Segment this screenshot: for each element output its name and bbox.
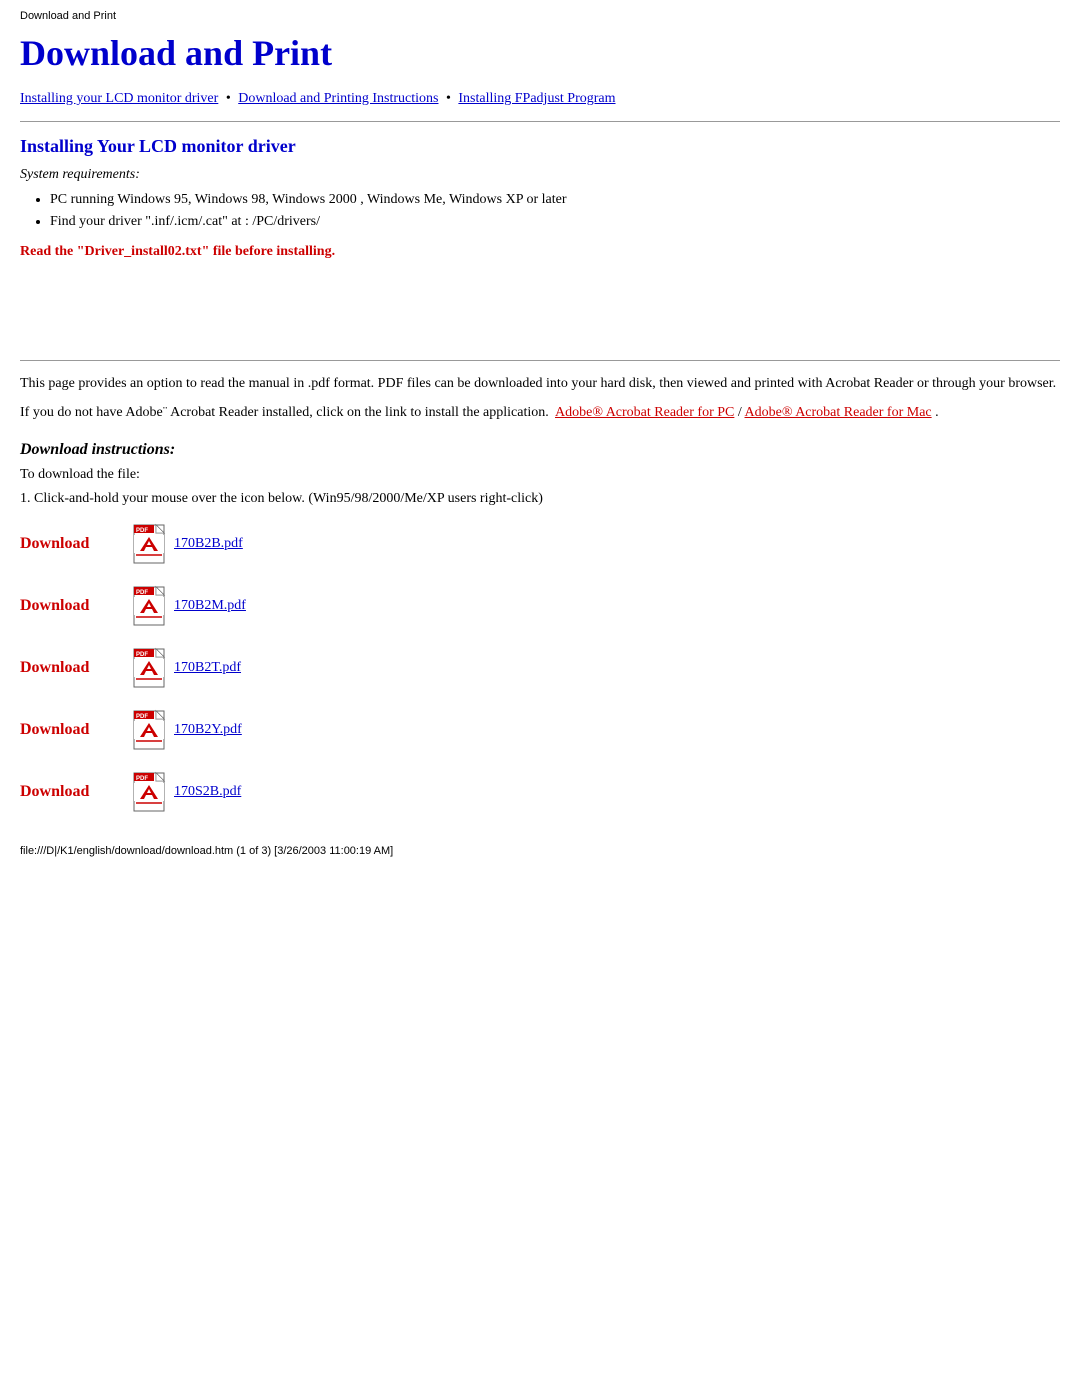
pdf-icon: PDF (130, 707, 174, 753)
list-item: PC running Windows 95, Windows 98, Windo… (50, 189, 1060, 211)
pdf-intro2: If you do not have Adobe¨ Acrobat Reader… (20, 402, 1060, 423)
download-file-link[interactable]: 170S2B.pdf (174, 784, 241, 800)
svg-text:PDF: PDF (136, 528, 148, 534)
download-row: Download PDF 170B2T.pdf (20, 645, 1060, 691)
section-title: Installing Your LCD monitor driver (20, 136, 1060, 157)
breadcrumb-link-fpadjust[interactable]: Installing FPadjust Program (458, 91, 615, 106)
download-label: Download (20, 783, 130, 801)
pdf-intro2-suffix: . (935, 405, 939, 420)
link-acrobat-pc[interactable]: Adobe® Acrobat Reader for PC (555, 405, 734, 420)
download-instructions-title: Download instructions: (20, 441, 1060, 459)
breadcrumb-link-install-lcd[interactable]: Installing your LCD monitor driver (20, 91, 218, 106)
divider-2 (20, 360, 1060, 361)
pdf-intro2-sep: / (738, 405, 745, 420)
pdf-intro1: This page provides an option to read the… (20, 373, 1060, 394)
svg-text:PDF: PDF (136, 652, 148, 658)
pdf-icon: PDF (130, 583, 174, 629)
page-title: Download and Print (20, 32, 1060, 74)
footer-text: file:///D|/K1/english/download/download.… (20, 845, 1060, 857)
download-file-link[interactable]: 170B2M.pdf (174, 598, 246, 614)
svg-text:PDF: PDF (136, 714, 148, 720)
download-file-link[interactable]: 170B2Y.pdf (174, 722, 242, 738)
download-label: Download (20, 659, 130, 677)
divider-1 (20, 121, 1060, 122)
pdf-icon: PDF (130, 645, 174, 691)
warning-text: Read the "Driver_install02.txt" file bef… (20, 244, 1060, 260)
download-label: Download (20, 721, 130, 739)
breadcrumb-sep-2: • (446, 91, 454, 106)
browser-tab: Download and Print (20, 10, 1060, 22)
spacer (20, 270, 1060, 350)
download-file-link[interactable]: 170B2T.pdf (174, 660, 241, 676)
to-download-text: To download the file: (20, 467, 1060, 483)
pdf-icon: PDF (130, 769, 174, 815)
download-label: Download (20, 535, 130, 553)
breadcrumb-link-download-printing[interactable]: Download and Printing Instructions (238, 91, 438, 106)
breadcrumb: Installing your LCD monitor driver • Dow… (20, 88, 1060, 109)
download-row: Download PDF 170B2B.pdf (20, 521, 1060, 567)
link-acrobat-mac[interactable]: Adobe® Acrobat Reader for Mac (745, 405, 932, 420)
click-hold-text: 1. Click-and-hold your mouse over the ic… (20, 491, 1060, 507)
system-req-label: System requirements: (20, 167, 1060, 183)
breadcrumb-sep-1: • (226, 91, 234, 106)
list-item: Find your driver ".inf/.icm/.cat" at : /… (50, 211, 1060, 233)
svg-text:PDF: PDF (136, 590, 148, 596)
bullet-list: PC running Windows 95, Windows 98, Windo… (50, 189, 1060, 234)
svg-text:PDF: PDF (136, 776, 148, 782)
pdf-intro2-prefix: If you do not have Adobe¨ Acrobat Reader… (20, 405, 552, 420)
download-label: Download (20, 597, 130, 615)
pdf-icon: PDF (130, 521, 174, 567)
download-row: Download PDF 170B2M.pdf (20, 583, 1060, 629)
download-row: Download PDF 170B2Y.pdf (20, 707, 1060, 753)
download-rows: Download PDF 170B2B.pdfDownload (20, 521, 1060, 815)
download-file-link[interactable]: 170B2B.pdf (174, 536, 243, 552)
download-row: Download PDF 170S2B.pdf (20, 769, 1060, 815)
